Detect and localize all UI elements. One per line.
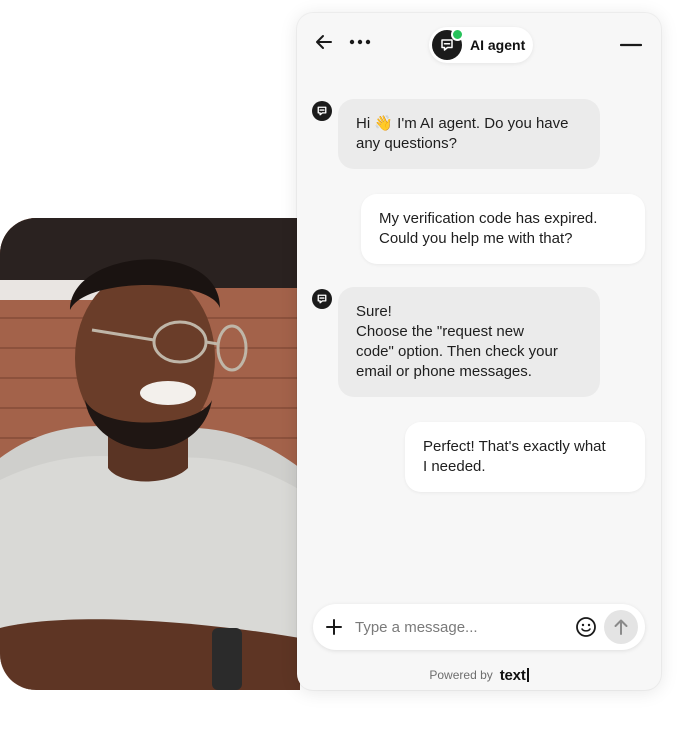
message-composer	[313, 604, 645, 650]
plus-icon[interactable]	[321, 614, 347, 640]
brand-cursor-mark	[526, 667, 529, 682]
powered-by: Powered by text	[297, 665, 661, 685]
message-input[interactable]	[355, 604, 565, 650]
chat-bubble-icon	[317, 294, 327, 304]
arrow-up-icon[interactable]	[604, 610, 638, 644]
person-photo	[0, 218, 300, 690]
brand-name: text	[499, 666, 526, 684]
brand-logo[interactable]: text	[500, 667, 529, 684]
page: AI agent Hi 👋 I'm AI agent. Do you have …	[0, 0, 677, 742]
agent-message-bubble: Sure! Choose the "request new code" opti…	[338, 287, 600, 397]
agent-message-avatar	[312, 101, 332, 121]
agent-message-avatar	[312, 289, 332, 309]
agent-message-bubble: Hi 👋 I'm AI agent. Do you have any quest…	[338, 99, 600, 169]
smiley-icon[interactable]	[573, 614, 599, 640]
user-message-bubble: My verification code has expired. Could …	[361, 194, 645, 264]
user-message-bubble: Perfect! That's exactly what I needed.	[405, 422, 645, 492]
message-list: Hi 👋 I'm AI agent. Do you have any quest…	[297, 13, 661, 593]
chat-bubble-icon	[317, 106, 327, 116]
powered-by-label: Powered by	[429, 668, 493, 682]
chat-widget: AI agent Hi 👋 I'm AI agent. Do you have …	[297, 13, 661, 690]
